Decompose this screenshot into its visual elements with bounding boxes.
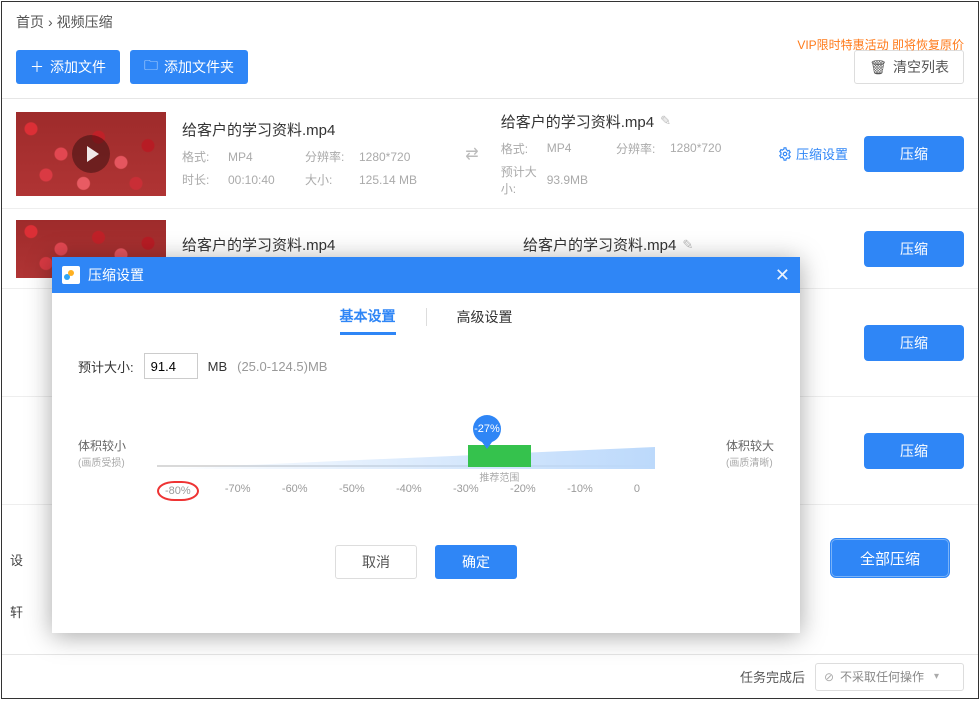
video-thumbnail[interactable] [16, 112, 166, 196]
meta-resolution-label: 分辨率: [616, 140, 666, 157]
meta-resolution-value: 1280*720 [670, 141, 762, 155]
compress-all-button[interactable]: 全部压缩 [830, 538, 950, 578]
source-file-name: 给客户的学习资料.mp4 [182, 234, 507, 255]
slider-track[interactable]: 推荐范围 -27% [157, 447, 655, 487]
meta-size-value: 125.14 MB [359, 173, 443, 187]
tick: -40% [391, 483, 427, 503]
tick: -20% [505, 483, 541, 503]
pencil-icon[interactable]: ✎ [660, 113, 671, 129]
dialog-title: 压缩设置 [88, 265, 144, 285]
compress-button[interactable]: 压缩 [864, 433, 964, 469]
est-size-range: (25.0-124.5)MB [237, 359, 327, 374]
add-folder-label: 添加文件夹 [164, 57, 234, 77]
meta-duration-label: 时长: [182, 171, 224, 188]
ok-button[interactable]: 确定 [435, 545, 517, 579]
meta-est-size-value: 93.9MB [547, 173, 762, 187]
meta-format-value: MP4 [547, 141, 612, 155]
compress-button[interactable]: 压缩 [864, 325, 964, 361]
vip-notice[interactable]: VIP限时特惠活动 即将恢复原价 [797, 36, 964, 53]
tab-basic[interactable]: 基本设置 [340, 300, 396, 335]
breadcrumb-current: 视频压缩 [57, 12, 113, 32]
tick: -50% [334, 483, 370, 503]
compress-button[interactable]: 压缩 [864, 136, 964, 172]
plus-icon: ＋ [30, 57, 44, 77]
footer-bar: 任务完成后 不采取任何操作 ▾ [2, 654, 978, 698]
dialog-actions: 取消 确定 [52, 545, 800, 579]
add-file-label: 添加文件 [50, 57, 106, 77]
tab-divider [426, 308, 427, 326]
source-file-name: 给客户的学习资料.mp4 [182, 119, 443, 140]
tick: -70% [220, 483, 256, 503]
gear-icon [778, 147, 792, 161]
breadcrumb-home[interactable]: 首页 [16, 12, 44, 32]
chevron-down-icon: ▾ [934, 671, 939, 682]
cancel-button[interactable]: 取消 [335, 545, 417, 579]
caption-sub: (画质清晰) [726, 454, 774, 469]
compression-slider: 体积较小 (画质受损) 体积较大 (画质清晰) 推荐范围 -27% -80% -… [52, 397, 800, 537]
after-task-label: 任务完成后 [740, 667, 805, 686]
meta-size-label: 大小: [305, 171, 355, 188]
caption-sub: (画质受损) [78, 454, 126, 469]
meta-duration-value: 00:10:40 [228, 173, 301, 187]
pencil-icon[interactable]: ✎ [682, 237, 693, 253]
add-folder-button[interactable]: 🗀 添加文件夹 [130, 50, 248, 84]
app-icon [62, 266, 80, 284]
est-size-label: 预计大小: [78, 357, 134, 376]
meta-resolution-label: 分辨率: [305, 148, 355, 165]
meta-resolution-value: 1280*720 [359, 150, 443, 164]
breadcrumb-sep: › [48, 14, 53, 30]
tick: 0 [619, 483, 655, 503]
clear-list-label: 清空列表 [893, 57, 949, 77]
est-size-unit: MB [208, 359, 228, 374]
folder-icon: 🗀 [144, 55, 158, 79]
dialog-tabs: 基本设置 高级设置 [52, 293, 800, 341]
add-file-button[interactable]: ＋ 添加文件 [16, 50, 120, 84]
tick-highlighted: -80% [157, 481, 199, 501]
tab-advanced[interactable]: 高级设置 [457, 301, 513, 333]
after-task-value: 不采取任何操作 [840, 668, 924, 685]
slider-handle[interactable]: -27% [473, 415, 501, 443]
trash-icon: 🗑 [869, 59, 887, 76]
slider-ticks: -80% -70% -60% -50% -40% -30% -20% -10% … [157, 483, 655, 503]
meta-est-size-label: 预计大小: [501, 163, 543, 197]
compress-button[interactable]: 压缩 [864, 231, 964, 267]
caption-text: 体积较小 [78, 439, 126, 453]
slider-recommended-label: 推荐范围 [479, 469, 519, 484]
target-file-name: 给客户的学习资料.mp4 [501, 111, 654, 132]
slider-pin-value: -27% [473, 415, 501, 443]
clear-list-button[interactable]: 🗑 清空列表 [854, 50, 964, 84]
slider-caption-small: 体积较小 (画质受损) [78, 437, 126, 469]
tick: -60% [277, 483, 313, 503]
caption-text: 体积较大 [726, 439, 774, 453]
tick: -30% [448, 483, 484, 503]
est-size-input[interactable] [144, 353, 198, 379]
compress-settings-link[interactable]: 压缩设置 [778, 144, 848, 163]
edge-text-b: 轩 [10, 602, 23, 621]
estimated-size-row: 预计大小: MB (25.0-124.5)MB [52, 341, 800, 379]
meta-format-label: 格式: [501, 140, 543, 157]
meta-format-label: 格式: [182, 148, 224, 165]
close-icon[interactable]: ✕ [775, 265, 790, 286]
swap-icon[interactable]: ⇄ [459, 144, 484, 164]
tick: -10% [562, 483, 598, 503]
slider-recommended-range [468, 445, 530, 467]
compress-settings-dialog: 压缩设置 ✕ 基本设置 高级设置 预计大小: MB (25.0-124.5)MB… [52, 257, 800, 633]
meta-format-value: MP4 [228, 150, 301, 164]
target-file-name: 给客户的学习资料.mp4 [523, 234, 676, 255]
settings-link-label: 压缩设置 [796, 144, 848, 163]
file-row: 给客户的学习资料.mp4 格式: MP4 分辨率: 1280*720 时长: 0… [2, 99, 978, 209]
edge-text-a: 设 [10, 550, 23, 569]
dialog-titlebar: 压缩设置 ✕ [52, 257, 800, 293]
play-icon [72, 135, 110, 173]
after-task-select[interactable]: 不采取任何操作 ▾ [815, 663, 964, 691]
slider-caption-large: 体积较大 (画质清晰) [726, 437, 774, 469]
slider-gradient [157, 447, 655, 469]
